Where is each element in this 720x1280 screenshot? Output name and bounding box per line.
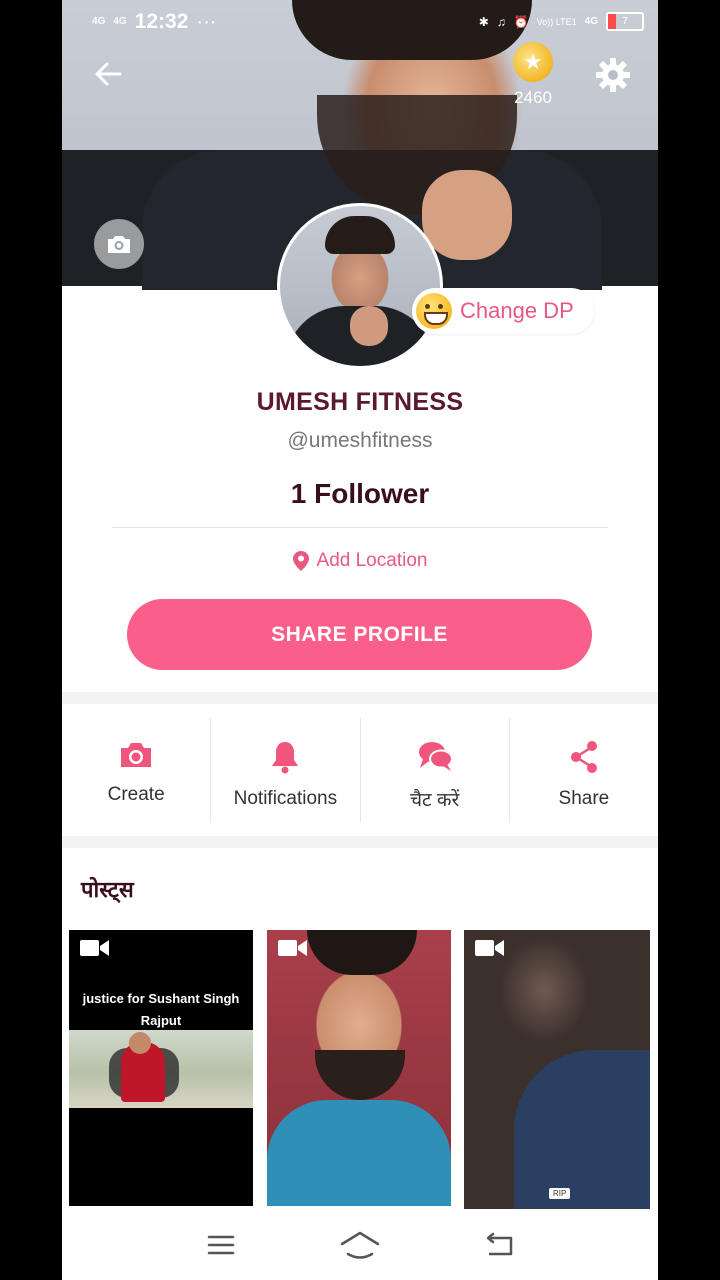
posts-heading: पोस्ट्स <box>81 877 134 902</box>
clock: 12:32 <box>134 10 189 33</box>
post-image-hair <box>307 930 417 975</box>
video-camera-icon <box>278 940 307 956</box>
status-bar: 4G 4G 12:32 ··· ✱ ♫ ⏰ Vo)) LTE1 4G 7 <box>62 0 658 46</box>
section-separator <box>62 836 658 848</box>
menu-button[interactable] <box>201 1227 241 1263</box>
home-icon <box>340 1231 380 1259</box>
camera-icon <box>121 743 152 767</box>
bluetooth-icon: ✱ <box>478 14 489 29</box>
post-caption: justice for Sushant Singh Rajput <box>82 991 240 1028</box>
back-button[interactable] <box>90 58 126 94</box>
chat-action[interactable]: चैट करें <box>361 718 510 822</box>
gear-icon <box>596 58 630 92</box>
create-action[interactable]: Create <box>62 718 212 822</box>
post-image-shirt <box>267 1100 451 1206</box>
notifications-label: Notifications <box>233 788 338 809</box>
chat-label: चैट करें <box>409 790 460 811</box>
network-indicator-1: 4G <box>92 16 106 27</box>
network-indicator-3: 4G <box>584 16 598 27</box>
camera-icon <box>108 236 130 253</box>
coin-count: 2460 <box>514 88 552 107</box>
alarm-icon: ⏰ <box>513 14 529 29</box>
avatar[interactable] <box>277 203 443 369</box>
profile-handle: @umeshfitness <box>287 429 433 452</box>
post-image-jacket <box>514 1050 650 1209</box>
notifications-action[interactable]: Notifications <box>211 718 361 822</box>
bell-icon <box>272 742 299 774</box>
settings-button[interactable] <box>594 56 632 94</box>
profile-screen: 4G 4G 12:32 ··· ✱ ♫ ⏰ Vo)) LTE1 4G 7 ★ 2… <box>62 0 658 1280</box>
profile-name: UMESH FITNESS <box>256 388 464 416</box>
headphones-icon: ♫ <box>496 14 506 29</box>
location-pin-icon <box>292 551 309 571</box>
home-button[interactable] <box>340 1227 380 1263</box>
post-image <box>69 1030 253 1108</box>
followers-count[interactable]: 1 Follower <box>62 478 658 510</box>
share-action[interactable]: Share <box>510 718 658 822</box>
network-indicator-2: 4G <box>113 16 127 27</box>
cover-photo-hand <box>422 170 512 260</box>
back-nav-button[interactable] <box>479 1227 519 1263</box>
volte-indicator: Vo)) LTE1 <box>536 16 577 27</box>
system-nav-bar <box>62 1210 658 1280</box>
change-cover-button[interactable] <box>94 219 144 269</box>
status-dots: ··· <box>196 10 217 33</box>
create-label: Create <box>107 784 165 805</box>
rip-badge: RIP <box>549 1188 571 1199</box>
battery-icon: 7 <box>606 12 644 31</box>
battery-level: 7 <box>622 16 628 27</box>
add-location-label: Add Location <box>316 550 428 571</box>
divider <box>112 527 608 528</box>
video-camera-icon <box>80 940 109 956</box>
share-icon <box>570 741 597 773</box>
post-thumbnail[interactable] <box>267 930 451 1206</box>
add-location-button[interactable]: Add Location <box>62 550 658 572</box>
action-bar: Create Notifications चैट करें Share <box>62 718 658 822</box>
arrow-left-icon <box>95 62 122 86</box>
change-dp-button[interactable]: Change DP <box>412 288 594 334</box>
back-nav-icon <box>486 1232 512 1256</box>
avatar-hand <box>350 306 388 346</box>
post-image-head <box>129 1032 151 1054</box>
section-separator <box>62 692 658 704</box>
menu-icon <box>208 1235 235 1255</box>
post-image-beard <box>315 1050 405 1100</box>
grin-emoji-icon <box>416 293 452 329</box>
avatar-hair <box>325 216 395 254</box>
coin-icon[interactable]: ★ <box>513 42 553 82</box>
video-camera-icon <box>475 940 504 956</box>
share-profile-button[interactable]: SHARE PROFILE <box>127 599 592 670</box>
change-dp-label: Change DP <box>460 298 574 323</box>
post-thumbnail[interactable]: justice for Sushant Singh Rajput <box>69 930 253 1206</box>
chat-icon <box>418 742 453 771</box>
share-label: Share <box>558 788 610 809</box>
post-thumbnail[interactable]: RIP <box>464 930 650 1209</box>
